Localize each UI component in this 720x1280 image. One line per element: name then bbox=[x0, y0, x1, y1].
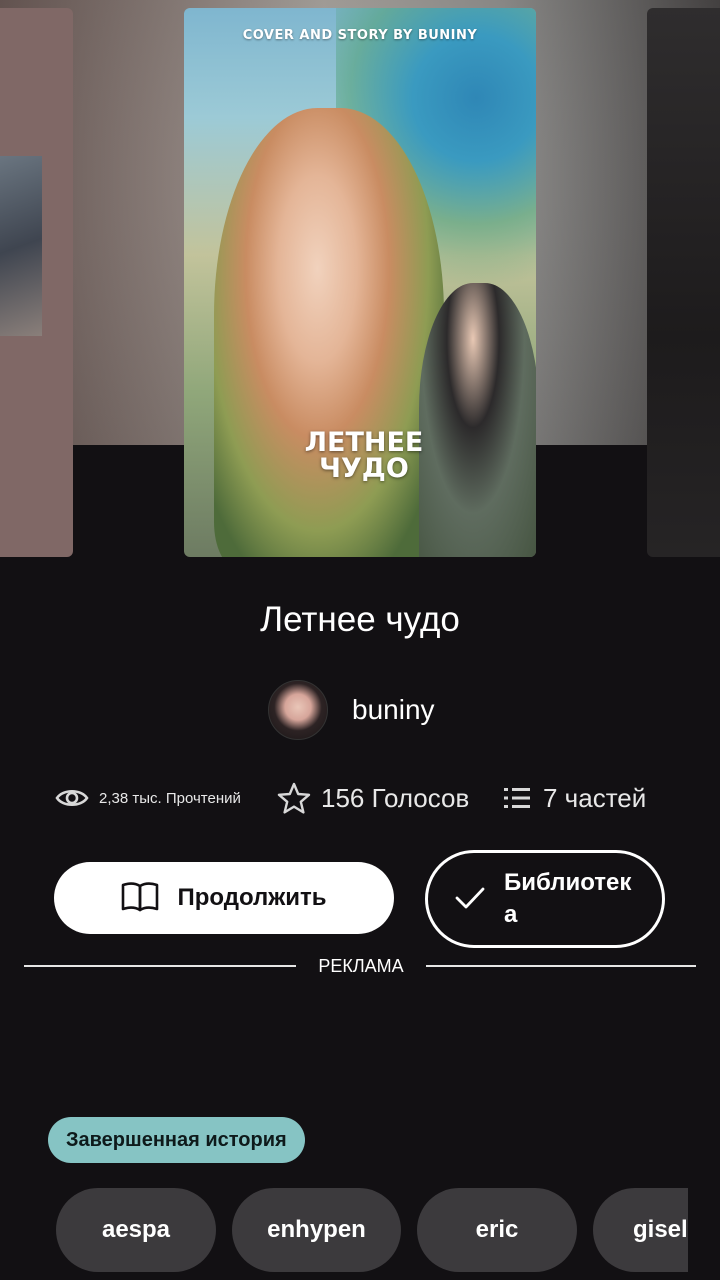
ad-separator: РЕКЛАМА bbox=[24, 954, 696, 978]
author-name[interactable]: buniny bbox=[352, 694, 435, 726]
story-stats: 2,38 тыс. Прочтений 156 Голосов 7 частей bbox=[55, 778, 675, 818]
votes-stat: 156 Голосов bbox=[277, 778, 469, 818]
prev-cover-image bbox=[0, 156, 42, 336]
tag-chip[interactable]: giselle bbox=[593, 1188, 688, 1272]
author-avatar[interactable] bbox=[268, 680, 328, 740]
star-icon bbox=[277, 782, 311, 814]
library-label: Библиотека bbox=[504, 869, 632, 928]
cover-credit-text: COVER AND STORY BY BUNINY bbox=[242, 28, 478, 43]
eye-icon bbox=[55, 787, 89, 809]
reads-stat: 2,38 тыс. Прочтений bbox=[55, 778, 241, 818]
ad-divider-left bbox=[24, 965, 296, 967]
tag-list: aespa enhypen eric giselle bbox=[56, 1188, 688, 1272]
reads-count: 2,38 тыс. Прочтений bbox=[99, 789, 241, 807]
prev-story-cover[interactable] bbox=[0, 8, 73, 557]
parts-count: 7 частей bbox=[543, 782, 647, 813]
votes-count: 156 Голосов bbox=[321, 782, 470, 813]
book-icon bbox=[121, 881, 159, 916]
continue-reading-button[interactable]: Продолжить bbox=[54, 862, 394, 934]
library-button[interactable]: Библиотека bbox=[425, 850, 665, 948]
author-link[interactable]: buniny bbox=[268, 680, 435, 740]
next-story-cover[interactable] bbox=[647, 8, 720, 557]
list-icon bbox=[503, 786, 531, 810]
cover-figure-left bbox=[214, 108, 444, 557]
tag-chip[interactable]: enhypen bbox=[232, 1188, 401, 1272]
story-cover[interactable]: COVER AND STORY BY BUNINY ЛЕТНЕЕ ЧУДО bbox=[184, 8, 536, 557]
cover-figure-right bbox=[419, 283, 536, 557]
cover-title-art: ЛЕТНЕЕ ЧУДО bbox=[304, 427, 424, 484]
story-title: Летнее чудо bbox=[260, 600, 460, 639]
continue-label: Продолжить bbox=[177, 884, 327, 911]
tag-chip[interactable]: aespa bbox=[56, 1188, 216, 1272]
ad-divider-right bbox=[426, 965, 696, 967]
completed-badge: Завершенная история bbox=[48, 1117, 305, 1163]
tag-chip[interactable]: eric bbox=[417, 1188, 577, 1272]
ad-label: РЕКЛАМА bbox=[318, 956, 404, 976]
check-icon bbox=[454, 885, 486, 914]
parts-stat: 7 частей bbox=[503, 778, 646, 818]
